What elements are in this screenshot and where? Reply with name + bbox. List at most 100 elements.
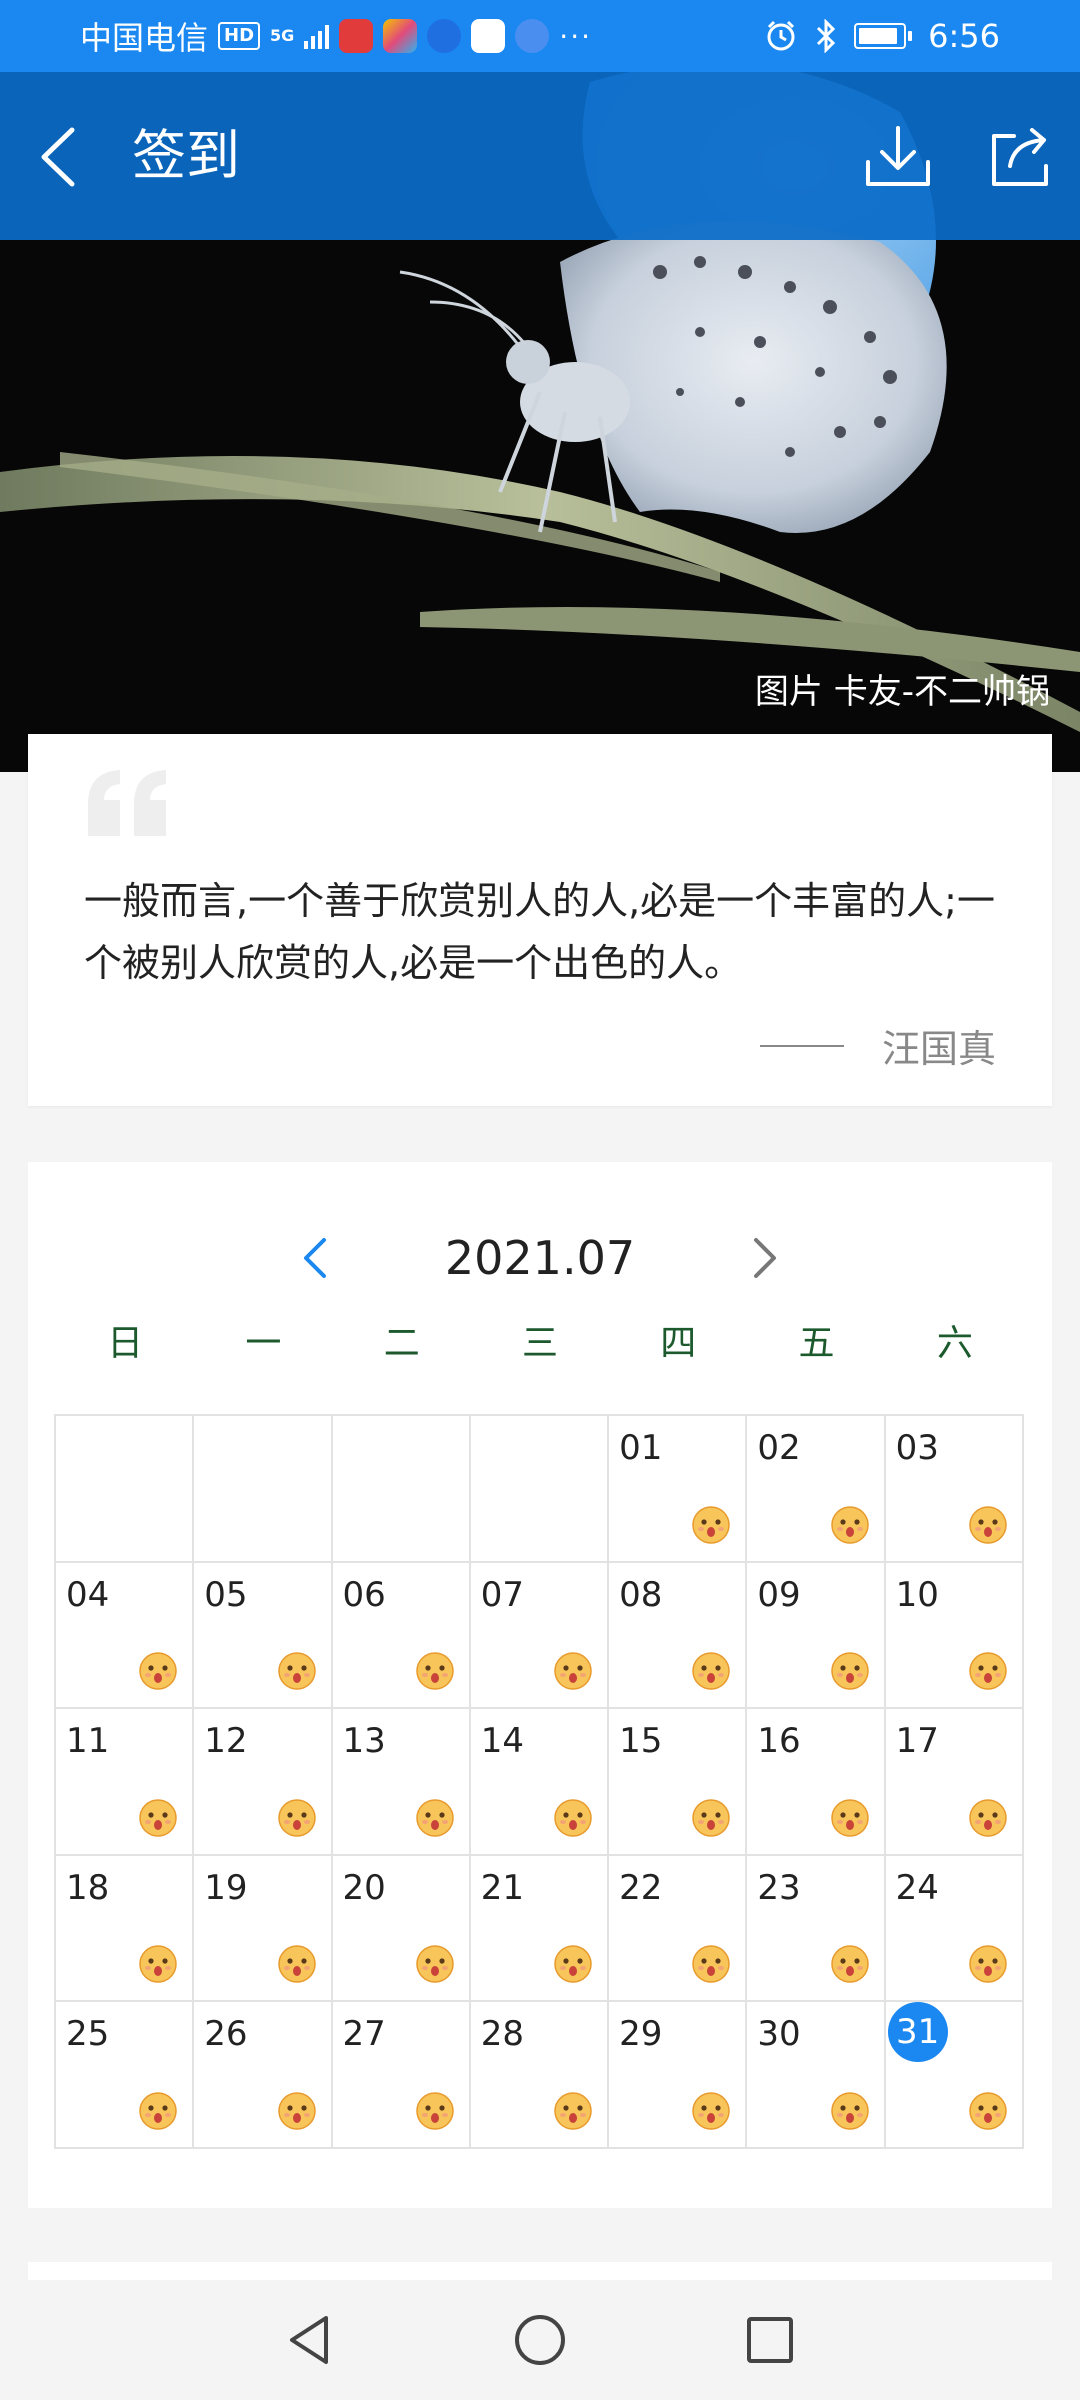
bulb-app-icon <box>427 19 462 53</box>
quote-author: 汪国真 <box>881 1027 996 1071</box>
checkin-smiley-icon <box>968 1798 1008 1838</box>
day-number: 09 <box>757 1574 801 1615</box>
checkin-smiley-icon <box>138 1944 178 1984</box>
checkin-smiley-icon <box>553 1798 593 1838</box>
checkin-smiley-icon <box>553 1944 593 1984</box>
battery-icon <box>854 23 913 49</box>
day-number: 11 <box>66 1721 110 1762</box>
day-number: 02 <box>757 1428 801 1468</box>
day-number: 29 <box>619 2014 663 2055</box>
calendar-day[interactable]: 01 <box>609 1416 748 1563</box>
signal-icon <box>304 23 330 49</box>
day-number: 14 <box>480 1721 525 1762</box>
quote-attribution: 汪国真 <box>759 1018 996 1073</box>
checkin-smiley-icon <box>691 1651 731 1691</box>
checkin-smiley-icon <box>968 1944 1008 1984</box>
day-number: 20 <box>342 1867 386 1908</box>
calendar-day[interactable]: 03 <box>885 1416 1024 1563</box>
calendar-day[interactable]: 23 <box>747 1855 886 2003</box>
calendar-day[interactable]: 04 <box>56 1562 195 1710</box>
day-number: 04 <box>66 1574 110 1615</box>
day-number: 21 <box>480 1867 525 1908</box>
nav-recent-apps-icon[interactable] <box>740 2310 800 2370</box>
huawei-app-icon <box>471 19 506 53</box>
calendar-day[interactable]: 09 <box>747 1562 886 1710</box>
day-number: 06 <box>342 1574 386 1615</box>
calendar-day[interactable]: 17 <box>885 1709 1024 1856</box>
calendar-day[interactable]: 20 <box>332 1855 471 2003</box>
checkin-smiley-icon <box>830 2091 870 2131</box>
calendar-day[interactable]: 12 <box>194 1709 333 1856</box>
navigation-bar <box>0 2280 1080 2400</box>
day-number: 23 <box>757 1867 801 1908</box>
calendar-day[interactable]: 25 <box>56 2002 195 2149</box>
calendar-day[interactable]: 08 <box>609 1562 748 1710</box>
day-number: 10 <box>895 1574 939 1615</box>
checkin-smiley-icon <box>691 1944 731 1984</box>
status-bar: 中国电信 HD 5G ··· 6:56 <box>0 0 1080 72</box>
calendar-day[interactable]: 05 <box>194 1562 333 1710</box>
calendar-grid: 01 02 03 04 05 06 07 08 09 10 11 12 13 14 15 16 17 18 19 20… <box>54 1414 1024 2149</box>
checkin-smiley-icon <box>830 1944 870 1984</box>
day-number: 03 <box>895 1428 939 1468</box>
calendar-day[interactable]: 15 <box>609 1709 748 1856</box>
day-number: 24 <box>895 1867 939 1908</box>
day-number: 27 <box>342 2014 386 2055</box>
attribution-dash <box>759 1044 844 1047</box>
weekday-label: 六 <box>936 1323 973 1364</box>
calendar-day[interactable]: 30 <box>747 2002 886 2149</box>
checkin-smiley-icon <box>691 2091 731 2131</box>
nav-back-icon[interactable] <box>280 2310 340 2370</box>
checkin-smiley-icon <box>415 1798 455 1838</box>
calendar-day[interactable]: 27 <box>332 2002 471 2149</box>
calendar-day[interactable]: 29 <box>609 2002 748 2149</box>
checkin-smiley-icon <box>968 1651 1008 1691</box>
share-icon[interactable] <box>984 122 1056 194</box>
calendar-empty-cell <box>470 1416 610 1563</box>
carrier-name: 中国电信 <box>80 19 209 57</box>
more-notifications: ··· <box>559 19 592 53</box>
calendar-day[interactable]: 10 <box>885 1562 1024 1710</box>
pinwheel-app-icon <box>383 19 418 53</box>
back-icon[interactable] <box>30 122 90 192</box>
day-number: 25 <box>66 2014 110 2055</box>
prev-month-icon[interactable] <box>290 1228 340 1288</box>
calendar-day[interactable]: 21 <box>470 1855 610 2003</box>
nav-home-icon[interactable] <box>510 2310 570 2370</box>
calendar-day[interactable]: 11 <box>56 1709 195 1856</box>
calendar-day[interactable]: 28 <box>470 2002 610 2149</box>
alarm-icon <box>767 20 795 51</box>
day-number: 05 <box>204 1574 248 1615</box>
checkin-smiley-icon <box>691 1798 731 1838</box>
bluetooth-icon <box>817 19 836 53</box>
calendar-day-today[interactable]: 31 <box>885 2002 1024 2149</box>
calendar-day[interactable]: 24 <box>885 1855 1024 2003</box>
day-number: 30 <box>757 2014 801 2055</box>
checkin-smiley-icon <box>415 1944 455 1984</box>
calendar-card: 2021.07 日 一 二 三 四 五 六 01 02 03 04 05 06 07 08 09… <box>28 1162 1052 2208</box>
calendar-day[interactable]: 02 <box>747 1416 886 1563</box>
checkin-smiley-icon <box>415 1651 455 1691</box>
calendar-day[interactable]: 18 <box>56 1855 195 2003</box>
day-number: 31 <box>887 2002 948 2063</box>
checkin-smiley-icon <box>138 2091 178 2131</box>
next-month-icon[interactable] <box>740 1228 790 1288</box>
calendar-day[interactable]: 22 <box>609 1855 748 2003</box>
checkin-smiley-icon <box>830 1651 870 1691</box>
calendar-day[interactable]: 26 <box>194 2002 333 2149</box>
calendar-day[interactable]: 14 <box>470 1709 610 1856</box>
weekday-label: 四 <box>660 1323 697 1364</box>
calendar-day[interactable]: 06 <box>332 1562 471 1710</box>
day-number: 01 <box>619 1428 663 1468</box>
calendar-day[interactable]: 13 <box>332 1709 471 1856</box>
day-number: 07 <box>480 1574 525 1615</box>
calendar-day[interactable]: 16 <box>747 1709 886 1856</box>
quote-mark-icon <box>88 770 166 836</box>
photo-credit: 图片 卡友-不二帅锅 <box>754 672 1050 712</box>
download-icon[interactable] <box>862 122 934 194</box>
checkin-smiley-icon <box>277 1944 317 1984</box>
calendar-day[interactable]: 19 <box>194 1855 333 2003</box>
calendar-day[interactable]: 07 <box>470 1562 610 1710</box>
checkin-smiley-icon <box>691 1505 731 1545</box>
day-number: 13 <box>342 1721 386 1762</box>
